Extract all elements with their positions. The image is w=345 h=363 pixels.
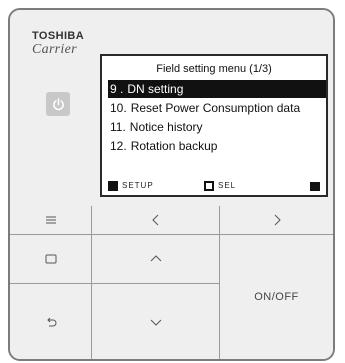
menu-item-number: 10. <box>110 101 127 115</box>
menu-item-number: 11. <box>110 120 126 134</box>
brand-maker: TOSHIBA <box>32 30 85 42</box>
softkey-left-label: SETUP <box>122 181 154 190</box>
menu-item-dn-setting[interactable]: 9 . DN setting <box>108 80 326 98</box>
softkey-right-icon <box>310 182 320 191</box>
softkey-middle-label: SEL <box>218 181 237 190</box>
top-panel: TOSHIBA Carrier Field setting menu (1/3)… <box>10 10 333 208</box>
softkey-left-icon <box>108 181 118 191</box>
remote-controller: TOSHIBA Carrier Field setting menu (1/3)… <box>8 8 335 361</box>
brand-logo: TOSHIBA Carrier <box>32 31 84 57</box>
on-off-button[interactable]: ON/OFF <box>220 235 333 359</box>
return-button[interactable] <box>10 284 92 359</box>
menu-item-label: Notice history <box>129 120 203 134</box>
chevron-up-icon <box>150 255 161 262</box>
return-icon <box>46 317 56 326</box>
power-button[interactable] <box>46 92 70 116</box>
menu-item-rotation-backup[interactable]: 12. Rotation backup <box>108 137 326 155</box>
lcd-screen: Field setting menu (1/3) 9 . DN setting 1… <box>100 54 328 197</box>
menu-item-reset-power-consumption[interactable]: 10. Reset Power Consumption data <box>108 99 326 117</box>
square-icon <box>45 254 56 264</box>
brand-sub: Carrier <box>32 42 77 57</box>
up-button[interactable] <box>92 235 220 284</box>
chevron-down-icon <box>150 319 161 326</box>
softkey-middle-icon <box>204 181 214 191</box>
menu-item-number: 9 . <box>110 82 124 96</box>
menu-item-label: Reset Power Consumption data <box>130 101 301 115</box>
menu-item-label: Rotation backup <box>130 139 218 153</box>
right-button[interactable] <box>220 206 333 235</box>
square-button[interactable] <box>10 235 92 284</box>
chevron-left-icon <box>151 214 158 226</box>
menu-button[interactable] <box>10 206 92 235</box>
chevron-right-icon <box>274 214 281 226</box>
menu-icon <box>45 216 56 224</box>
menu-item-notice-history[interactable]: 11. Notice history <box>108 118 326 136</box>
on-off-label: ON/OFF <box>254 291 299 303</box>
softkey-bar: SETUP SEL <box>108 180 320 192</box>
left-button[interactable] <box>92 206 220 235</box>
screen-title: Field setting menu (1/3) <box>156 63 272 75</box>
menu-item-number: 12. <box>110 139 127 153</box>
menu-item-label: DN setting <box>127 82 184 96</box>
down-button[interactable] <box>92 284 220 359</box>
power-icon <box>52 97 64 110</box>
